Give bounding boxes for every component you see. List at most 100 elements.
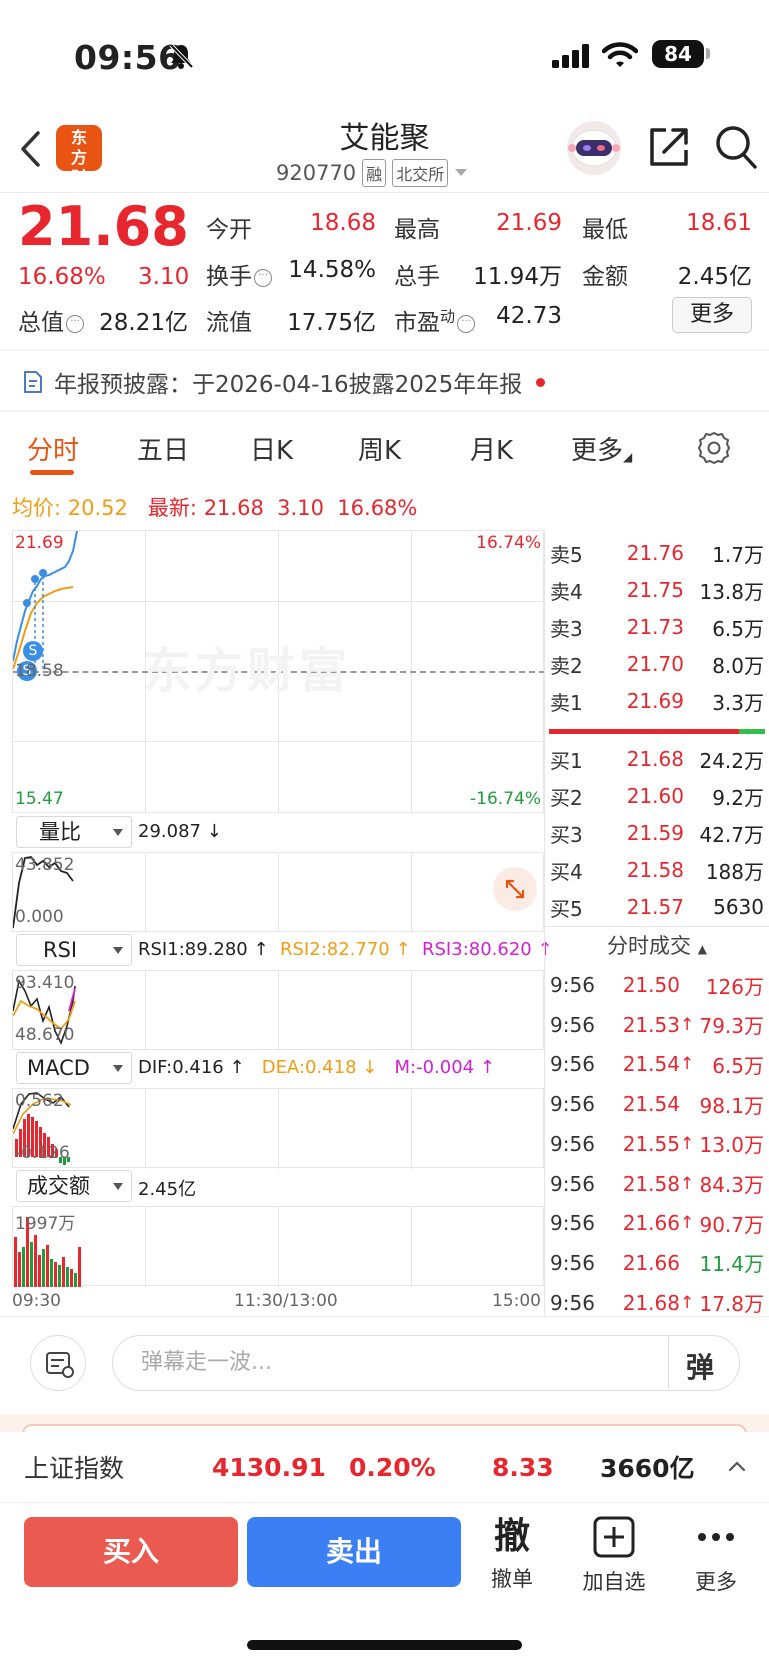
tick-row[interactable]: 9:56 21.54 ↑ 6.5万 xyxy=(550,1045,764,1083)
tick-row[interactable]: 9:56 21.54 98.1万 xyxy=(550,1085,764,1123)
ask-2-row[interactable]: 卖2 21.70 8.0万 xyxy=(550,646,764,682)
float-value: 17.75亿 xyxy=(287,310,376,336)
tab-five-day[interactable]: 五日 xyxy=(137,430,189,467)
header-divider xyxy=(0,192,769,193)
add-square-icon xyxy=(593,1516,635,1558)
add-watchlist-label: 加自选 xyxy=(582,1570,646,1594)
indicator-select-vol-ratio[interactable]: 量比 xyxy=(16,816,132,848)
tick-volume: 6.5万 xyxy=(712,1053,764,1078)
ticks-title[interactable]: 分时成交 ▲ xyxy=(550,930,764,960)
expand-chart-icon[interactable] xyxy=(493,867,537,911)
more-actions-button[interactable]: 更多 xyxy=(676,1515,756,1596)
tick-row[interactable]: 9:56 21.66 11.4万 xyxy=(550,1244,764,1282)
margin-tag: 融 xyxy=(362,159,387,187)
change-value: 3.10 xyxy=(138,264,190,290)
tick-arrow: ↑ xyxy=(680,1213,695,1234)
danmu-separator xyxy=(668,1337,669,1389)
stock-code-row[interactable]: 920770 融 北交所 xyxy=(276,158,468,188)
indicator-select-amount[interactable]: 成交额 xyxy=(16,1170,132,1202)
bid-1-row[interactable]: 买1 21.68 24.2万 xyxy=(550,741,764,777)
y-label-mid: 18.58 xyxy=(15,661,64,681)
macd-chart[interactable]: 0.562 -0.126 xyxy=(12,1088,544,1169)
notice-divider xyxy=(0,410,769,412)
vol-ratio-max: 43.852 xyxy=(15,855,75,875)
share-icon[interactable] xyxy=(648,126,690,168)
tab-more[interactable]: 更多◢ xyxy=(571,430,632,467)
mktcap-value: 28.21亿 xyxy=(99,310,188,336)
document-icon xyxy=(24,371,42,393)
unread-dot xyxy=(536,377,546,387)
info-dots-icon[interactable]: ··· xyxy=(66,315,84,333)
indicator-select-rsi[interactable]: RSI xyxy=(16,934,132,966)
watermark: 东方财富 xyxy=(143,643,352,699)
amount-value: 2.45亿 xyxy=(677,264,752,290)
tick-price: 21.66 xyxy=(622,1250,680,1275)
market-index-bar[interactable]: 上证指数 4130.91 0.20% 8.33 3660亿 xyxy=(0,1432,769,1502)
intraday-chart[interactable]: 东方财富 S S 21.69 18.58 15.47 16.74% -16.74… xyxy=(12,530,545,814)
vol-ratio-chart[interactable]: 43.852 0.000 xyxy=(12,852,544,933)
current-price: 21.68 xyxy=(18,195,189,258)
index-change: 8.33 xyxy=(492,1452,554,1482)
sell-signal-icon[interactable]: S xyxy=(23,641,43,661)
cellular-signal-icon xyxy=(552,44,589,68)
home-indicator xyxy=(247,1640,522,1650)
cancel-order-button[interactable]: 撤 撤单 xyxy=(472,1515,552,1593)
tab-weekly-k[interactable]: 周K xyxy=(358,430,401,467)
chart-bottom-divider xyxy=(0,1316,769,1317)
vol-ratio-value: 29.087 ↓ xyxy=(138,821,222,842)
index-amount: 3660亿 xyxy=(600,1454,695,1483)
open-value: 18.68 xyxy=(310,210,376,236)
tick-row[interactable]: 9:56 21.53 ↑ 79.3万 xyxy=(550,1006,764,1044)
turnover-value: 14.58% xyxy=(288,257,376,283)
robot-assistant-icon[interactable] xyxy=(562,118,626,178)
amount-chart[interactable]: 1997万 xyxy=(12,1206,544,1287)
tab-intraday[interactable]: 分时 xyxy=(27,430,79,467)
sell-button[interactable]: 卖出 xyxy=(247,1517,461,1587)
ask-5-row[interactable]: 卖5 21.76 1.7万 xyxy=(550,535,764,571)
info-dots-icon[interactable]: ··· xyxy=(254,269,272,287)
tick-arrow: ↑ xyxy=(680,1054,695,1075)
bid-ask-ratio-bar xyxy=(549,729,765,734)
tick-price: 21.55 xyxy=(622,1131,680,1156)
tick-volume: 126万 xyxy=(705,974,764,999)
tick-row[interactable]: 9:56 21.58 ↑ 84.3万 xyxy=(550,1165,764,1203)
settings-gear-icon[interactable] xyxy=(697,431,731,465)
danmu-input[interactable]: 弹幕走一波... xyxy=(112,1335,740,1391)
rsi-max: 93.410 xyxy=(15,973,75,993)
rsi-chart[interactable]: 93.410 48.670 xyxy=(12,970,544,1051)
bid-2-row[interactable]: 买2 21.60 9.2万 xyxy=(550,778,764,814)
danmu-list-button[interactable] xyxy=(30,1335,86,1391)
ask-3-row[interactable]: 卖3 21.73 6.5万 xyxy=(550,609,764,645)
chevron-up-icon[interactable] xyxy=(728,1460,746,1472)
tick-row[interactable]: 9:56 21.66 ↑ 90.7万 xyxy=(550,1204,764,1242)
actions-divider xyxy=(0,1502,769,1503)
buy-button[interactable]: 买入 xyxy=(24,1517,238,1587)
rsi-values: RSI1:89.280 ↑ RSI2:82.770 ↑ RSI3:80.620 … xyxy=(138,939,553,960)
indicator-select-macd[interactable]: MACD xyxy=(16,1052,132,1084)
tick-volume: 11.4万 xyxy=(699,1252,764,1277)
exchange-tag: 北交所 xyxy=(392,159,449,187)
tick-row[interactable]: 9:56 21.55 ↑ 13.0万 xyxy=(550,1125,764,1163)
tick-price: 21.68 xyxy=(622,1290,680,1315)
bid-5-row[interactable]: 买5 21.57 5630 xyxy=(550,889,764,925)
tab-monthly-k[interactable]: 月K xyxy=(470,430,513,467)
annual-report-notice[interactable]: 年报预披露：于2026-04-16披露2025年年报 xyxy=(22,365,546,399)
search-icon[interactable] xyxy=(714,124,758,170)
quote-more-button[interactable]: 更多 xyxy=(672,297,752,333)
danmu-toggle-button[interactable]: 弹 xyxy=(686,1346,714,1386)
tick-time: 9:56 xyxy=(550,1012,595,1037)
bid-4-row[interactable]: 买4 21.58 188万 xyxy=(550,852,764,888)
rsi-min: 48.670 xyxy=(15,1025,75,1045)
ask-4-row[interactable]: 卖4 21.75 13.8万 xyxy=(550,572,764,608)
tick-price: 21.50 xyxy=(622,973,680,997)
add-watchlist-button[interactable]: 加自选 xyxy=(574,1515,654,1596)
macd-min: -0.126 xyxy=(15,1143,70,1163)
bid-3-row[interactable]: 买3 21.59 42.7万 xyxy=(550,815,764,851)
tab-daily-k[interactable]: 日K xyxy=(250,430,293,467)
ask-1-row[interactable]: 卖1 21.69 3.3万 xyxy=(550,683,764,719)
time-axis-start: 09:30 xyxy=(12,1291,61,1311)
battery-nub xyxy=(706,48,710,59)
tick-volume: 84.3万 xyxy=(699,1173,764,1197)
tick-arrow: ↑ xyxy=(680,1133,695,1154)
tick-row[interactable]: 9:56 21.50 126万 xyxy=(550,966,764,1004)
